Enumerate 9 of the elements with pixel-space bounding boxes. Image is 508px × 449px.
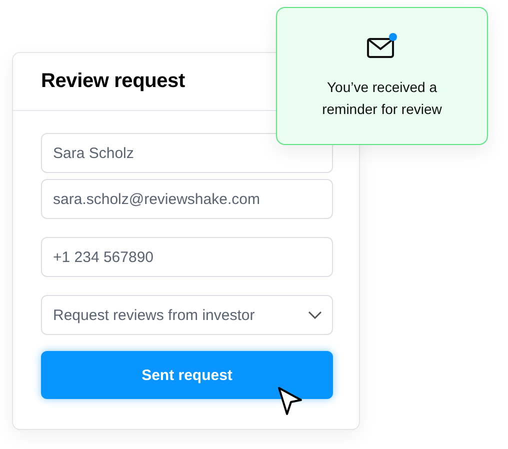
- card-title: Review request: [41, 70, 185, 93]
- send-button[interactable]: Sent request: [41, 351, 333, 399]
- input-field[interactable]: +1 234 567890: [41, 237, 333, 277]
- dropdown[interactable]: Request reviews from investor: [41, 295, 333, 335]
- notification-message: You’ve received a reminder for review: [321, 78, 443, 119]
- cursor-icon: [276, 386, 304, 418]
- input-field[interactable]: Sara Scholz: [41, 133, 333, 173]
- input-field[interactable]: sara.scholz@reviewshake.com: [41, 179, 333, 219]
- chevron-down-icon: [308, 311, 322, 319]
